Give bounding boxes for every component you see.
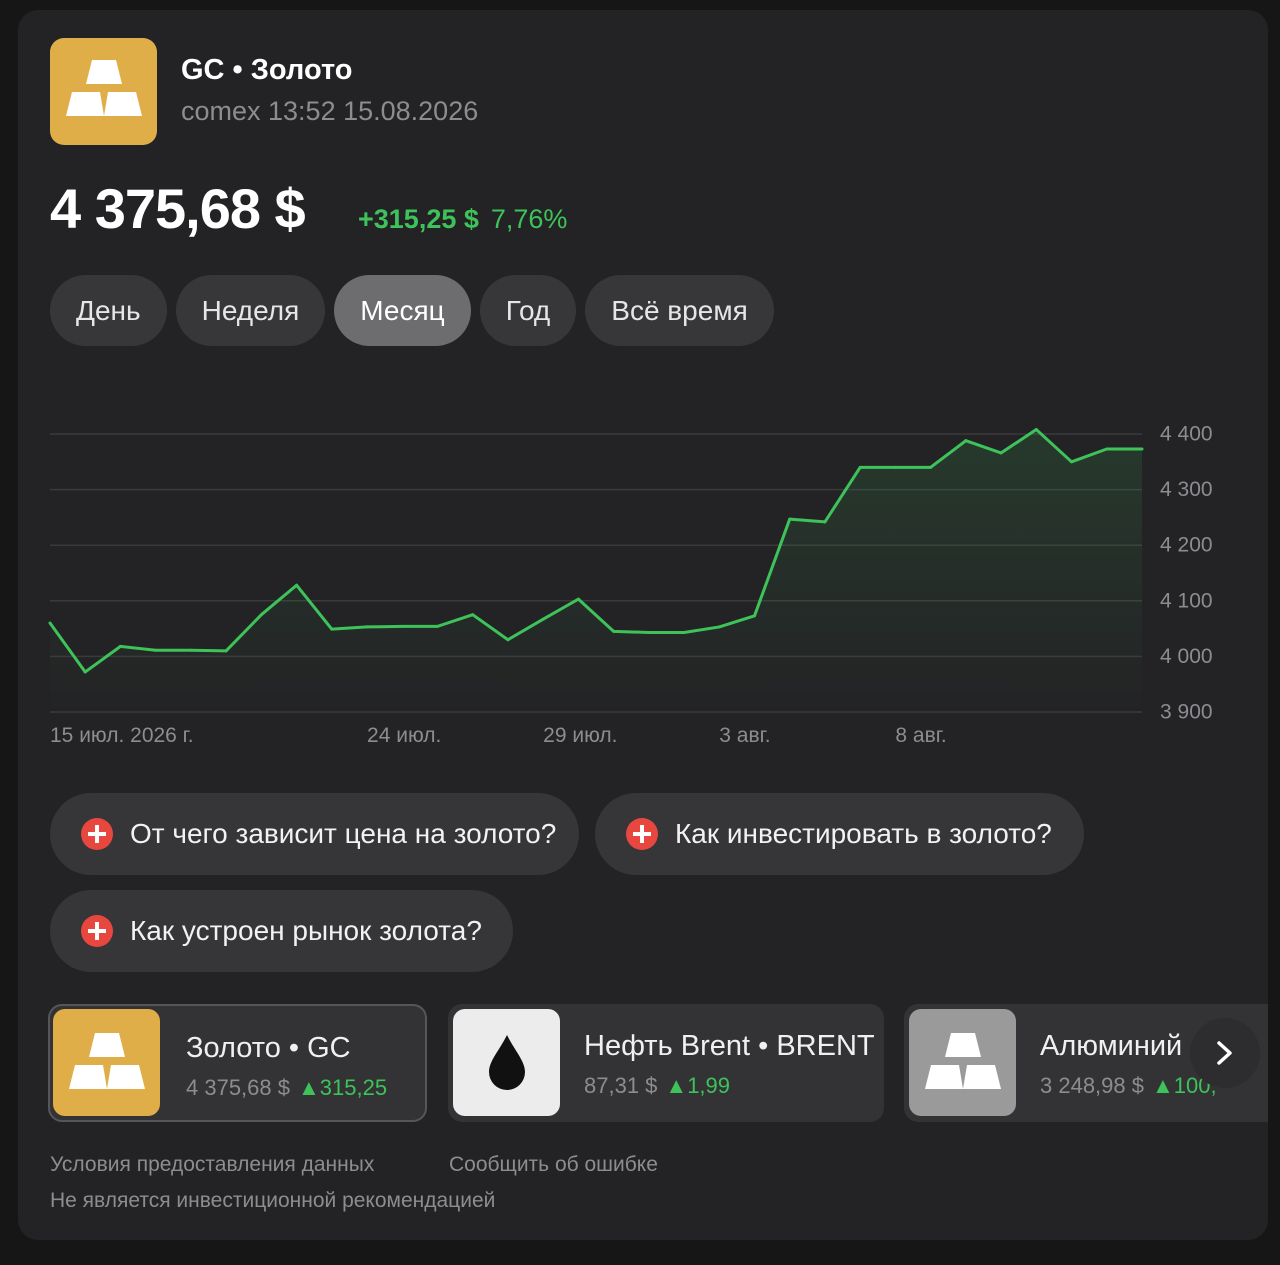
tab-week[interactable]: Неделя [175, 275, 326, 346]
data-terms-link[interactable]: Условия предоставления данных [50, 1153, 374, 1177]
price-point [682, 630, 686, 634]
oil-drop-icon [453, 1009, 560, 1116]
instrument-price: 3 248,98 $ [1040, 1073, 1144, 1098]
current-price: 4 375,68 $ [50, 177, 306, 240]
price-point [823, 520, 827, 524]
price-point [83, 670, 87, 674]
instrument-price: 4 375,68 $ [186, 1075, 290, 1100]
instrument-delta: ▲315,25 [298, 1075, 387, 1100]
arrow-up-icon: ▲ [297, 1075, 320, 1100]
instrument-delta-value: 315,25 [319, 1075, 388, 1100]
y-tick-label: 4 000 [1160, 645, 1213, 668]
question-label: От чего зависит цена на золото? [130, 818, 557, 849]
x-tick-label: 24 июл. [367, 724, 441, 747]
price-point [1034, 428, 1038, 432]
quote-widget: GC • Золото comex 13:52 15.08.2026 4 375… [18, 10, 1268, 1240]
price-point [259, 613, 263, 617]
tab-month[interactable]: Месяц [334, 275, 471, 346]
price-point [929, 465, 933, 469]
plus-icon [81, 818, 113, 850]
price-change-absolute: +315,25 $ [358, 204, 479, 234]
gold-bars-icon [53, 1009, 160, 1116]
plus-icon [626, 818, 658, 850]
y-tick-label: 3 900 [1160, 701, 1213, 724]
price-point [753, 614, 757, 618]
price-point [365, 625, 369, 629]
instrument-delta-value: 1,99 [687, 1073, 731, 1098]
price-point [48, 621, 52, 625]
price-point [858, 465, 862, 469]
price-point [506, 638, 510, 642]
instrument-price-line: 3 248,98 $ ▲100, [1040, 1073, 1217, 1099]
x-tick-label: 8 авг. [895, 724, 946, 747]
tab-all-time[interactable]: Всё время [585, 275, 774, 346]
price-point [154, 648, 158, 652]
gold-bars-icon [50, 38, 157, 145]
tab-day[interactable]: День [50, 275, 167, 346]
price-point [999, 451, 1003, 455]
instrument-card-gold[interactable]: Золото • GC 4 375,68 $ ▲315,25 [48, 1004, 427, 1122]
disclaimer: Не является инвестиционной рекомендацией [50, 1189, 496, 1212]
y-tick-label: 4 400 [1160, 423, 1213, 446]
instrument-price-line: 87,31 $ ▲1,99 [584, 1073, 730, 1099]
price-point [118, 644, 122, 648]
arrow-up-icon: ▲ [665, 1073, 688, 1098]
price-point [647, 630, 651, 634]
carousel-next-button[interactable] [1190, 1018, 1260, 1088]
price-point [1140, 447, 1144, 451]
question-how-to-invest[interactable]: Как инвестировать в золото? [595, 793, 1084, 875]
question-market-structure[interactable]: Как устроен рынок золота? [50, 890, 513, 972]
price-point [964, 439, 968, 443]
price-chart[interactable]: 4 400 4 300 4 200 4 100 4 000 3 900 15 июл. 20… [18, 390, 1268, 760]
chevron-right-icon [1217, 1041, 1232, 1065]
instrument-name: Золото • GC [186, 1032, 351, 1064]
price-point [717, 625, 721, 629]
instrument-price: 87,31 $ [584, 1073, 658, 1098]
tab-year[interactable]: Год [479, 275, 577, 346]
price-point [576, 597, 580, 601]
instrument-delta: ▲1,99 [665, 1073, 730, 1098]
price-change: +315,25 $ 7,76% [358, 204, 567, 235]
exchange-timestamp: comex 13:52 15.08.2026 [181, 96, 479, 126]
metal-bars-icon [909, 1009, 1016, 1116]
price-point [788, 517, 792, 521]
y-tick-label: 4 200 [1160, 534, 1213, 557]
y-tick-label: 4 100 [1160, 589, 1213, 612]
instrument-card-brent[interactable]: Нефть Brent • BRENT 87,31 $ ▲1,99 [448, 1004, 884, 1122]
plus-icon [81, 915, 113, 947]
instrument-price-line: 4 375,68 $ ▲315,25 [186, 1075, 387, 1101]
price-point [612, 629, 616, 633]
period-tabs: День Неделя Месяц Год Всё время [50, 275, 774, 346]
price-point [330, 627, 334, 631]
question-label: Как устроен рынок золота? [130, 915, 482, 946]
price-point [541, 617, 545, 621]
price-point [471, 613, 475, 617]
question-label: Как инвестировать в золото? [675, 818, 1052, 849]
price-point [224, 649, 228, 653]
price-point [295, 583, 299, 587]
price-point [893, 465, 897, 469]
x-tick-label: 29 июл. [543, 724, 617, 747]
price-point [1105, 447, 1109, 451]
price-chart-svg: 4 400 4 300 4 200 4 100 4 000 3 900 15 июл. 20… [48, 423, 1213, 747]
instrument-name: Нефть Brent • BRENT [584, 1030, 875, 1062]
report-error-link[interactable]: Сообщить об ошибке [449, 1153, 658, 1177]
y-tick-label: 4 300 [1160, 478, 1213, 501]
x-tick-label: 3 авг. [719, 724, 770, 747]
x-tick-label: 15 июл. 2026 г. [50, 724, 194, 747]
price-point [400, 624, 404, 628]
price-point [189, 648, 193, 652]
question-price-factors[interactable]: От чего зависит цена на золото? [50, 793, 579, 875]
price-point [1070, 460, 1074, 464]
instrument-title: GC • Золото [181, 54, 353, 86]
price-area [50, 429, 1142, 712]
price-change-percent: 7,76% [490, 204, 568, 234]
arrow-up-icon: ▲ [1151, 1073, 1174, 1098]
price-point [435, 624, 439, 628]
